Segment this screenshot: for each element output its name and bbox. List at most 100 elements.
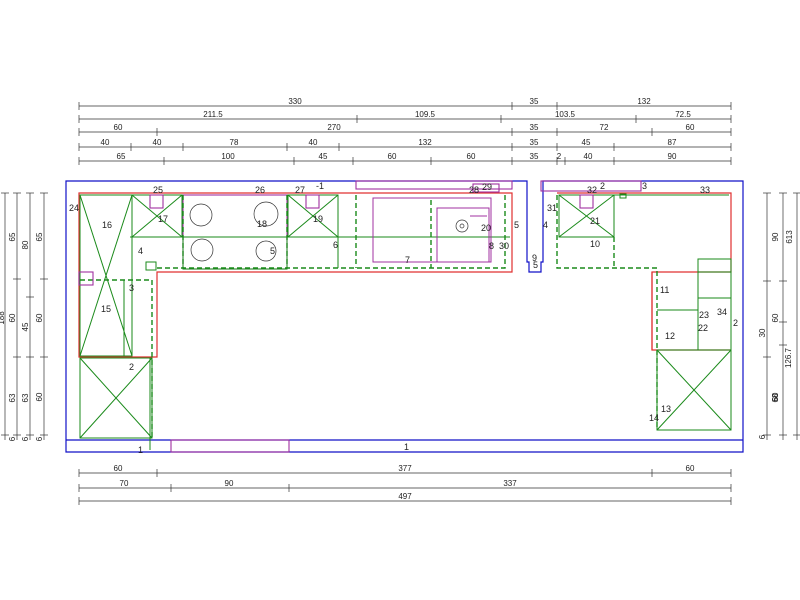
label-2a: 2 [129,362,134,372]
label-31: 31 [547,203,557,213]
dim-top-r5-6: 35 [530,152,539,161]
dim-top-r3-4: 72 [600,123,609,132]
label-10: 10 [590,239,600,249]
dim-top-r5-1: 65 [117,152,126,161]
dim-top-r4-2: 40 [153,138,162,147]
hob-burners [189,201,279,262]
dim-left-c1-1: 65 [35,232,44,241]
label-8: 8 [489,241,494,251]
dim-top-r1-3: 132 [637,97,651,106]
dim-top-r4-3: 78 [230,138,239,147]
dim-top-r4-7: 45 [582,138,591,147]
dim-top-r5-4: 60 [388,152,397,161]
dim-top-r5-2: 100 [221,152,235,161]
dim-left-c3-3: 63 [8,393,17,402]
label-32: 32 [587,185,597,195]
label-1b: 1 [404,442,409,452]
label-4a: 4 [138,246,143,256]
dim-bottom-r1-2: 377 [398,464,412,473]
worktop-dashed-edges [80,195,658,438]
dim-top-r5-3: 45 [319,152,328,161]
label-13: 13 [661,404,671,414]
label-18: 18 [257,219,267,229]
dim-top-r5-5: 60 [467,152,476,161]
dim-left-c3-4: 6 [8,436,17,441]
dim-top-r3-2: 270 [327,123,341,132]
dim-right-c2-2: 30 [758,328,767,337]
dim-top-r2-1: 211.5 [203,110,223,119]
dim-top-r4-5: 132 [418,138,432,147]
label-15: 15 [101,304,111,314]
label-17: 17 [158,214,168,224]
label-6: 6 [333,240,338,250]
label-9: 9 [532,253,537,263]
dim-right-c2-1: 613 [785,230,794,244]
label-25: 25 [153,185,163,195]
label-3a: 3 [129,283,134,293]
dim-top-r1-2: 35 [530,97,539,106]
dim-left-c1-4: 6 [35,436,44,441]
sink-unit [372,197,492,263]
item-labels: 1 1 2 2 2 3 3 4 4 5 5 5 6 7 8 9 10 11 12… [69,181,738,455]
label-34: 34 [717,307,727,317]
dim-left-c1-3: 60 [35,392,44,401]
dim-left-c1-2: 60 [35,313,44,322]
dim-right-c2-3: 68 [771,393,780,402]
dim-top-r3-5: 60 [686,123,695,132]
dim-top-r1-1: 330 [288,97,302,106]
dim-left-c2-4: 6 [21,436,30,441]
right-dimension-chains: 90 60 60 613 30 68 126.7 6 [758,192,800,440]
dim-left-c3-2: 60 [8,313,17,322]
label-5a: 5 [270,246,275,256]
label-5b: 5 [514,220,519,230]
label-23: 23 [699,310,709,320]
dim-top-r3-3: 35 [530,123,539,132]
dim-bottom-r1-3: 60 [686,464,695,473]
dim-right-c3-1: 126.7 [784,347,793,368]
dim-right-c3-2: 6 [758,434,767,439]
dim-top-r2-3: 103.5 [555,110,576,119]
dim-top-r3-1: 60 [114,123,123,132]
label-22: 22 [698,323,708,333]
label-minus-1: -1 [316,181,324,191]
label-27: 27 [295,185,305,195]
label-28: 28 [469,185,479,195]
dim-top-r4-1: 40 [101,138,110,147]
label-7: 7 [405,255,410,265]
dim-left-c2-2: 45 [21,322,30,331]
dim-left-c2-3: 63 [21,393,30,402]
label-11: 11 [660,285,669,295]
dim-right-c1-2: 60 [771,313,780,322]
dim-bottom-r2-3: 337 [503,479,517,488]
kitchen-floor-plan: 330 35 132 211.5 109.5 103.5 72.5 60 270… [0,97,800,505]
bottom-dimension-chains: 60 377 60 70 90 337 497 [78,464,732,505]
label-14: 14 [649,413,659,423]
dim-bottom-r3-1: 497 [398,492,412,501]
dim-right-c1-1: 90 [771,232,780,241]
label-21: 21 [590,216,600,226]
dim-top-r4-6: 35 [530,138,539,147]
dim-bottom-r1-1: 60 [114,464,123,473]
top-dimension-chains: 330 35 132 211.5 109.5 103.5 72.5 60 270… [78,97,732,165]
label-20: 20 [481,223,491,233]
base-cabinets [79,194,732,450]
dim-left-c2-1: 80 [21,240,30,249]
dim-top-r2-2: 109.5 [415,110,436,119]
dim-top-r5-7: 2 [557,152,562,161]
label-33: 33 [700,185,710,195]
dim-left-c4-1: 188 [0,311,6,325]
dim-top-r4-8: 87 [668,138,677,147]
label-3b: 3 [642,181,647,191]
label-2c: 2 [600,181,605,191]
dim-top-r5-9: 90 [668,152,677,161]
label-4b: 4 [543,220,548,230]
label-24: 24 [69,203,79,213]
label-29: 29 [482,182,492,192]
label-26: 26 [255,185,265,195]
label-2b: 2 [733,318,738,328]
door-opening [170,439,290,453]
label-16: 16 [102,220,112,230]
label-30: 30 [499,241,509,251]
worktop-left-top-outline [78,192,513,358]
dim-top-r5-8: 40 [584,152,593,161]
